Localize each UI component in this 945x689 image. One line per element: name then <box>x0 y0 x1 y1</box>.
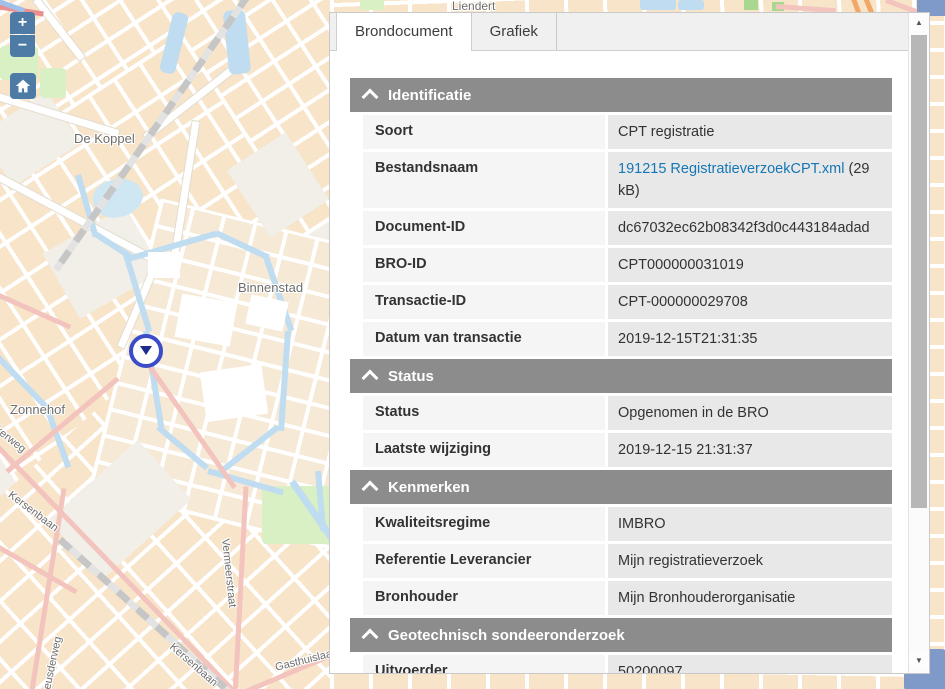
section-header[interactable]: Kenmerken <box>350 470 892 504</box>
map-label: Zonnehof <box>10 402 65 417</box>
tab-grafiek[interactable]: Grafiek <box>472 13 557 50</box>
row-value: CPT registratie <box>608 115 892 149</box>
table-row: Laatste wijziging2019-12-15 21:31:37 <box>363 433 892 467</box>
table-row: BRO-IDCPT000000031019 <box>363 248 892 282</box>
table-row: StatusOpgenomen in de BRO <box>363 396 892 430</box>
panel-scrollbar[interactable]: ▲ ▼ <box>908 13 929 673</box>
table-row: SoortCPT registratie <box>363 115 892 149</box>
table-row: Document-IDdc67032ec62b08342f3d0c443184a… <box>363 211 892 245</box>
scroll-up-icon[interactable]: ▲ <box>909 14 929 31</box>
row-label: Laatste wijziging <box>363 433 605 467</box>
tab-bar: Brondocument Grafiek <box>330 13 929 51</box>
file-download-link[interactable]: 191215 RegistratieverzoekCPT.xml <box>618 161 844 177</box>
zoom-out-button[interactable]: − <box>10 35 35 57</box>
chevron-up-icon <box>362 370 379 387</box>
detail-panel: Brondocument Grafiek IdentificatieSoortC… <box>329 12 930 674</box>
zoom-in-button[interactable]: + <box>10 12 35 34</box>
home-icon <box>14 77 32 95</box>
marker-triangle-icon <box>140 346 152 355</box>
section-header[interactable]: Status <box>350 359 892 393</box>
table-row: KwaliteitsregimeIMBRO <box>363 507 892 541</box>
row-label: Transactie-ID <box>363 285 605 319</box>
section-title: Kenmerken <box>388 479 470 496</box>
row-value: 2019-12-15 21:31:37 <box>608 433 892 467</box>
tab-brondocument[interactable]: Brondocument <box>336 13 472 51</box>
map-label: De Koppel <box>74 131 135 146</box>
row-value: IMBRO <box>608 507 892 541</box>
row-label: Kwaliteitsregime <box>363 507 605 541</box>
scroll-down-icon[interactable]: ▼ <box>909 652 929 669</box>
home-button[interactable] <box>10 73 36 99</box>
chevron-up-icon <box>362 481 379 498</box>
row-label: Uitvoerder <box>363 655 605 673</box>
chevron-up-icon <box>362 629 379 646</box>
panel-content: Identificatie SoortCPT registratieBestand… <box>330 51 908 673</box>
chevron-up-icon <box>362 89 379 106</box>
table-row: Uitvoerder50200097 <box>363 655 892 673</box>
row-value: CPT000000031019 <box>608 248 892 282</box>
row-label: BRO-ID <box>363 248 605 282</box>
table-row: Bestandsnaam191215 RegistratieverzoekCPT… <box>363 152 892 208</box>
row-value: dc67032ec62b08342f3d0c443184adad <box>608 211 892 245</box>
row-value: CPT-000000029708 <box>608 285 892 319</box>
scrollbar-thumb[interactable] <box>911 35 927 508</box>
row-value: Mijn registratieverzoek <box>608 544 892 578</box>
row-value: 191215 RegistratieverzoekCPT.xml (29 kB) <box>608 152 892 208</box>
row-label: Referentie Leverancier <box>363 544 605 578</box>
row-value: Mijn Bronhouderorganisatie <box>608 581 892 615</box>
row-label: Soort <box>363 115 605 149</box>
row-label: Document-ID <box>363 211 605 245</box>
row-label: Status <box>363 396 605 430</box>
row-value: 50200097 <box>608 655 892 673</box>
row-label: Bronhouder <box>363 581 605 615</box>
bro-viewer: LiendertDe KoppelBinnenstadZonnehofkerwe… <box>0 0 945 689</box>
map-marker[interactable] <box>129 334 163 368</box>
row-value: 2019-12-15T21:31:35 <box>608 322 892 356</box>
row-label: Bestandsnaam <box>363 152 605 208</box>
section-title: Status <box>388 368 434 385</box>
table-row: Datum van transactie2019-12-15T21:31:35 <box>363 322 892 356</box>
section-header[interactable]: Identificatie <box>350 78 892 112</box>
section-title: Identificatie <box>388 87 471 104</box>
map-label: Binnenstad <box>238 280 303 295</box>
row-value: Opgenomen in de BRO <box>608 396 892 430</box>
section-title: Geotechnisch sondeeronderzoek <box>388 627 625 644</box>
table-row: Referentie LeverancierMijn registratieve… <box>363 544 892 578</box>
row-label: Datum van transactie <box>363 322 605 356</box>
table-row: BronhouderMijn Bronhouderorganisatie <box>363 581 892 615</box>
section-header[interactable]: Geotechnisch sondeeronderzoek <box>350 618 892 652</box>
table-row: Transactie-IDCPT-000000029708 <box>363 285 892 319</box>
